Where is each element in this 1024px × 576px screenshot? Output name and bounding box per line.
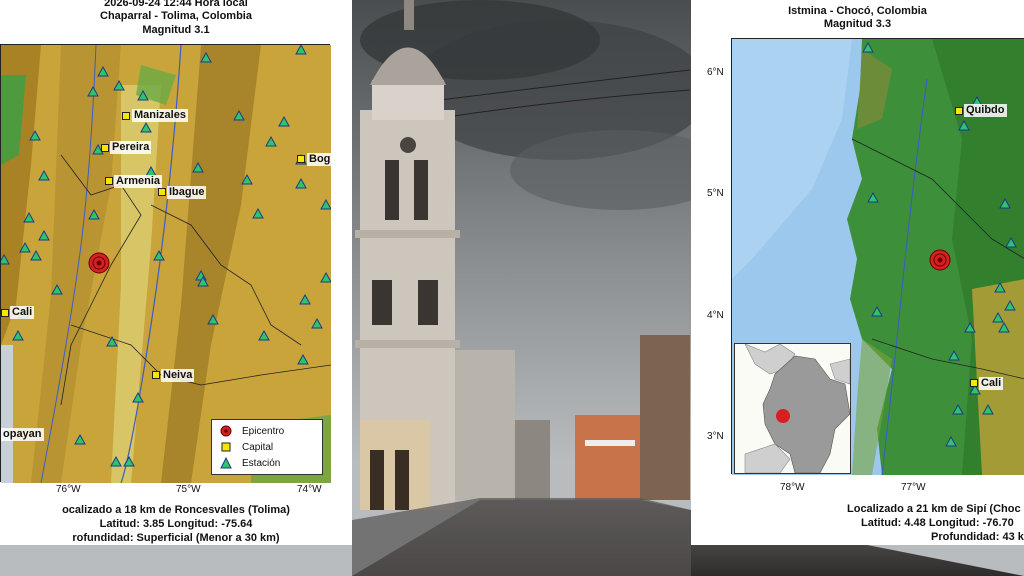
legend-capital-label: Capital [242,441,274,453]
right-header-location: Istmina - Chocó, Colombia [788,5,927,17]
legend-capital: Capital [220,440,273,454]
legend-estacion: Estación [220,456,280,470]
right-footer-coordinates: Latitud: 4.48 Longitud: -76.70 [861,517,1014,529]
city-label-manizales: Manizales [132,109,188,122]
right-lat-tick-3: 3°N [707,431,724,442]
station-icon [220,457,232,469]
capital-marker-pereira [101,144,109,152]
right-lon-tick-78: 78°W [780,482,805,493]
right-lat-tick-5: 5°N [707,188,724,199]
city-label-ibague: Ibague [167,186,207,199]
left-header-location: Chaparral - Tolima, Colombia [100,10,252,22]
left-map: Manizales Pereira Armenia Ibague Bog Cal… [0,43,333,484]
epicenter-icon [220,425,232,437]
left-footer-coordinates: Latitud: 3.85 Longitud: -75.64 [99,518,253,530]
left-lon-tick-75: 75°W [176,484,201,495]
right-footer-depth: Profundidad: 43 km [931,531,1024,543]
city-label-cali: Cali [979,377,1004,390]
city-label-pereira: Pereira [110,141,152,154]
city-label-neiva: Neiva [161,369,195,382]
right-lon-tick-77: 77°W [901,482,926,493]
right-header-magnitude: Magnitud 3.3 [823,18,892,30]
right-footer-location: Localizado a 21 km de Sipí (Choc [847,503,1021,515]
capital-marker-neiva [152,371,160,379]
legend-epicentro: Epicentro [220,424,284,438]
right-lat-tick-6: 6°N [707,67,724,78]
left-footer-location: ocalizado a 18 km de Roncesvalles (Tolim… [62,504,290,516]
capital-marker-quibdo [955,107,963,115]
left-lon-tick-74: 74°W [297,484,322,495]
capital-marker-bogota [297,155,305,163]
inset-epicenter-marker [776,409,790,423]
city-label-armenia: Armenia [114,175,163,188]
colombia-inset [735,343,851,474]
capital-marker-cali [1,309,9,317]
left-footer-depth: rofundidad: Superficial (Menor a 30 km) [72,532,280,544]
capital-marker-cali [970,379,978,387]
capital-marker-ibague [158,188,166,196]
left-header-magnitude: Magnitud 3.1 [142,24,210,36]
capital-marker-manizales [122,112,130,120]
right-epicenter [929,249,951,271]
colombia-inset-map [734,343,851,474]
city-label-cali: Cali [10,306,35,319]
legend-estacion-label: Estación [242,457,281,469]
capital-icon [221,442,231,452]
legend-epicentro-label: Epicentro [242,425,285,437]
map-legend: Epicentro Capital Estación [211,419,323,475]
left-epicenter [88,252,110,274]
city-label-bogota: Bog [307,153,333,166]
capital-marker-armenia [105,177,113,185]
right-lat-tick-4: 4°N [707,310,724,321]
city-label-popayan: opayan [1,428,44,441]
city-label-quibdo: Quibdo [964,104,1007,117]
left-map-panel: 2026-09-24 12:44 Hora local Chaparral - … [0,0,352,545]
left-lon-tick-76: 76°W [56,484,81,495]
